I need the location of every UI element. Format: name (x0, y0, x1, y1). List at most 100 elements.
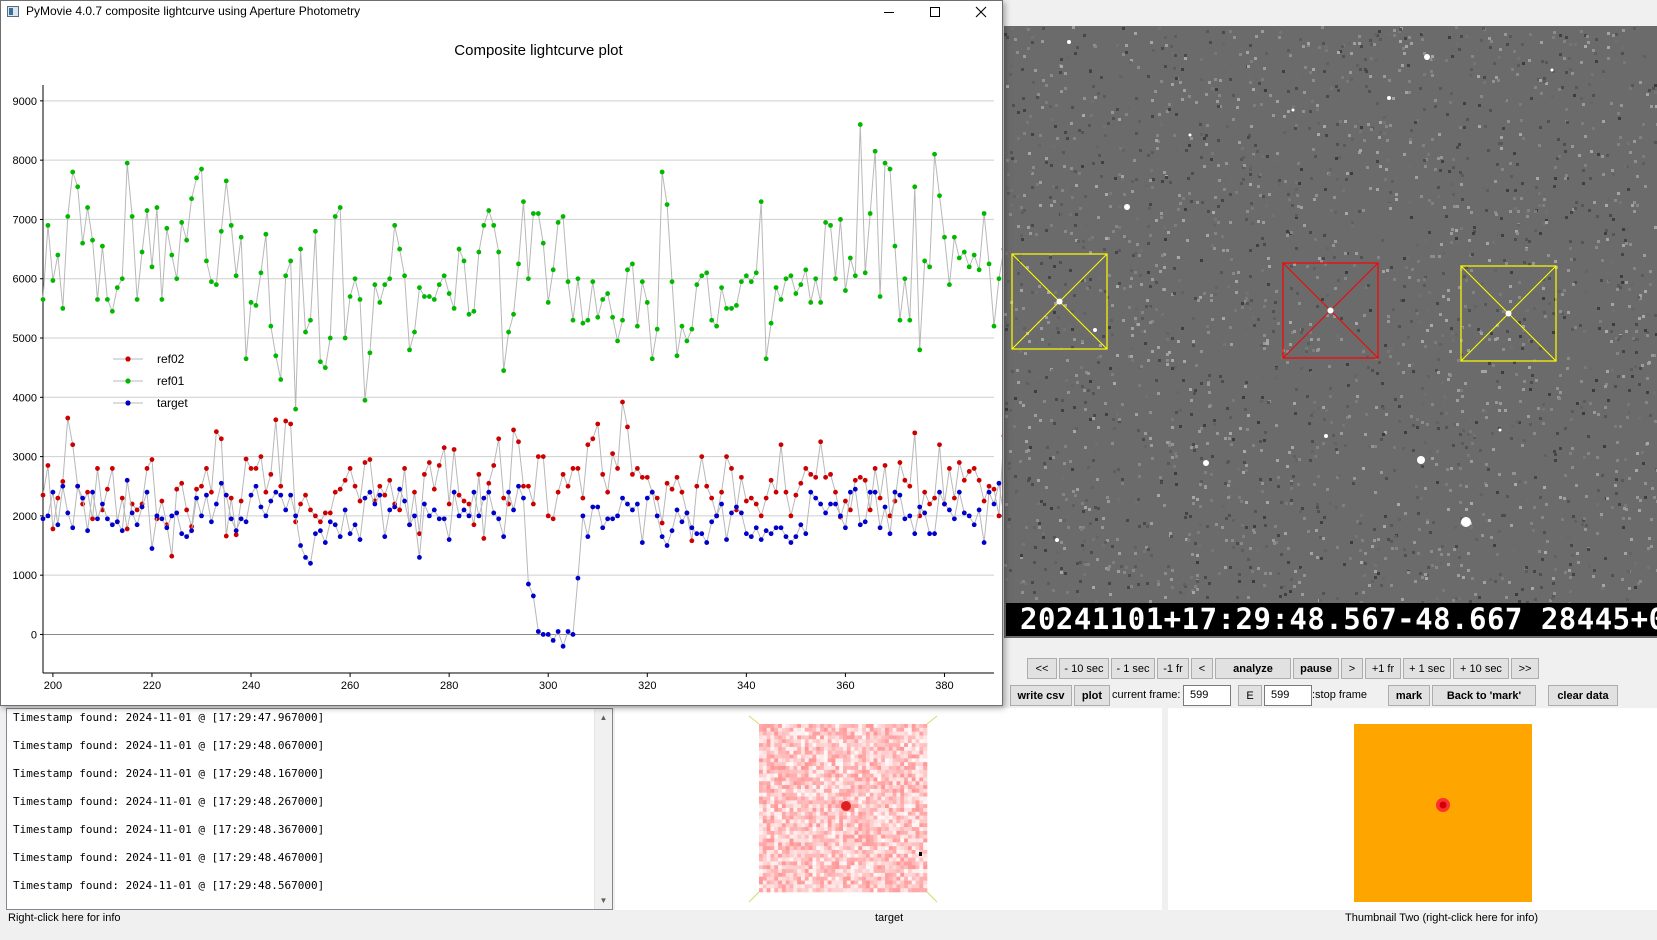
log-text-area[interactable]: Timestamp found: 2024-11-01 @ [17:29:47.… (6, 708, 613, 910)
stop-frame-input[interactable]: 599 (1264, 685, 1312, 706)
lightcurve-chart[interactable]: Composite lightcurve plot 0 1000 2000 3000 40… (1, 23, 1002, 705)
maximize-button[interactable] (912, 1, 958, 23)
next-frame-button[interactable]: > (1341, 658, 1363, 679)
data-point-ref02 (763, 495, 769, 501)
data-point-ref02 (981, 498, 987, 504)
data-point-ref02 (431, 486, 437, 492)
minus-10sec-button[interactable]: - 10 sec (1059, 658, 1109, 679)
data-point-target (199, 513, 204, 519)
data-point-target (372, 501, 378, 507)
data-point-target (872, 489, 878, 495)
data-point-target (947, 507, 952, 513)
data-point-target (521, 495, 526, 501)
thumbnail-two-caption[interactable]: Thumbnail Two (right-click here for info… (1345, 912, 1538, 924)
data-point-target (313, 531, 318, 537)
data-point-ref02 (852, 477, 858, 483)
minus-1sec-button[interactable]: - 1 sec (1111, 658, 1155, 679)
title-bar[interactable]: PyMovie 4.0.7 composite lightcurve using… (1, 1, 1002, 23)
e-button[interactable]: E (1238, 685, 1262, 706)
data-point-ref01 (793, 291, 799, 296)
log-line: Timestamp found: 2024-11-01 @ [17:29:48.… (13, 767, 325, 780)
data-point-ref01 (877, 294, 883, 299)
log-scrollbar[interactable]: ▲ ▼ (594, 709, 612, 909)
data-point-target (278, 492, 284, 498)
data-point-target (630, 507, 635, 513)
minimize-button[interactable] (866, 1, 912, 23)
data-point-target (516, 483, 521, 489)
analyze-button[interactable]: analyze (1215, 658, 1291, 679)
data-point-ref02 (743, 498, 749, 504)
plus-1sec-button[interactable]: + 1 sec (1403, 658, 1451, 679)
data-point-ref01 (540, 240, 546, 246)
target-thumbnail-panel[interactable] (615, 708, 1162, 910)
stop-frame-label: :stop frame (1312, 689, 1368, 701)
data-point-ref01 (615, 338, 620, 344)
mark-button[interactable]: mark (1388, 685, 1430, 706)
data-point-ref01 (976, 267, 982, 273)
data-point-ref02 (956, 460, 962, 465)
data-point-ref01 (85, 205, 90, 210)
data-point-ref02 (575, 466, 581, 471)
log-line: Timestamp found: 2024-11-01 @ [17:29:48.… (13, 739, 325, 752)
data-point-target (694, 531, 700, 537)
data-point-target (461, 507, 467, 513)
scroll-up-icon[interactable]: ▲ (595, 709, 612, 726)
scroll-down-icon[interactable]: ▼ (595, 892, 612, 909)
data-point-ref01 (273, 353, 279, 359)
close-button[interactable] (958, 1, 1004, 23)
data-point-ref01 (912, 184, 918, 190)
data-point-ref02 (867, 507, 873, 513)
plot-button[interactable]: plot (1074, 685, 1110, 706)
data-point-target (570, 632, 576, 637)
data-point-ref01 (288, 258, 294, 264)
data-point-ref02 (843, 498, 848, 504)
data-point-ref01 (902, 276, 908, 282)
prev-frame-button[interactable]: < (1191, 658, 1213, 679)
minus-1fr-button[interactable]: -1 fr (1157, 658, 1189, 679)
plus-1fr-button[interactable]: +1 fr (1365, 658, 1401, 679)
data-point-ref02 (169, 553, 175, 559)
data-point-ref01 (179, 220, 185, 225)
data-point-ref01 (506, 329, 511, 335)
clear-data-button[interactable]: clear data (1548, 685, 1618, 706)
data-point-ref01 (218, 228, 224, 234)
back-to-mark-button[interactable]: Back to 'mark' (1432, 685, 1536, 706)
data-point-ref01 (60, 305, 66, 311)
current-frame-input[interactable]: 599 (1183, 685, 1231, 706)
data-point-target (367, 489, 373, 495)
fwd-10sec-button[interactable]: >> (1511, 658, 1539, 679)
data-point-ref01 (833, 276, 838, 282)
data-point-ref01 (714, 323, 720, 329)
x-tick-label: 340 (737, 680, 755, 692)
data-point-target (996, 480, 1002, 486)
starfield (1004, 26, 1657, 607)
data-point-ref01 (303, 329, 308, 335)
log-caption[interactable]: Right-click here for info (8, 912, 121, 924)
video-frame-image[interactable] (1004, 26, 1657, 638)
data-point-target (407, 522, 412, 528)
data-point-ref02 (857, 474, 863, 480)
data-point-ref01 (580, 320, 586, 326)
plus-10sec-button[interactable]: + 10 sec (1453, 658, 1509, 679)
data-point-ref01 (892, 243, 898, 249)
y-tick-label: 1000 (13, 570, 37, 582)
data-point-ref01 (634, 323, 640, 329)
star (1188, 133, 1192, 137)
data-point-ref02 (545, 513, 551, 519)
data-point-target (664, 543, 670, 548)
write-csv-button[interactable]: write csv (1010, 685, 1072, 706)
data-point-target (357, 537, 363, 542)
data-point-target (466, 513, 472, 519)
thumbnail-two-panel[interactable] (1168, 708, 1657, 910)
back-10sec-button[interactable]: << (1027, 658, 1057, 679)
aperture-ref02 (1011, 253, 1108, 350)
pause-button[interactable]: pause (1293, 658, 1339, 679)
data-point-target (600, 525, 606, 531)
data-point-ref01 (773, 285, 779, 291)
data-point-ref02 (620, 399, 625, 405)
data-point-target (213, 501, 219, 507)
data-point-target (793, 534, 799, 540)
hot-pixel (919, 852, 922, 856)
star (1324, 434, 1328, 438)
plot-window[interactable]: PyMovie 4.0.7 composite lightcurve using… (0, 0, 1003, 706)
